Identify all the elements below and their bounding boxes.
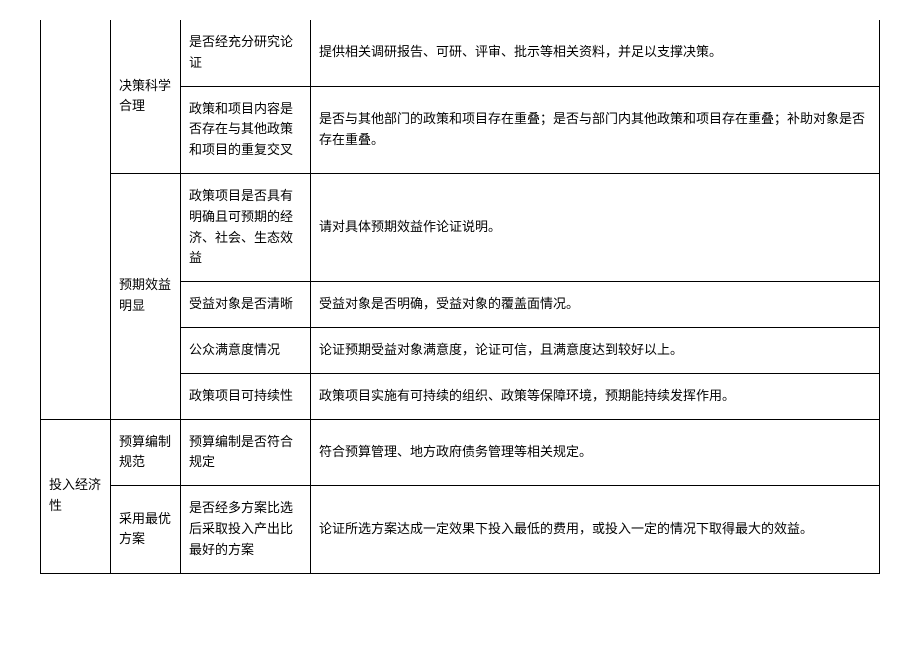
description-cell: 符合预算管理、地方政府债务管理等相关规定。 — [311, 419, 880, 486]
subcategory-cell: 决策科学合理 — [111, 20, 181, 173]
table-row: 投入经济性 预算编制规范 预算编制是否符合规定 符合预算管理、地方政府债务管理等… — [41, 419, 880, 486]
description-cell: 受益对象是否明确，受益对象的覆盖面情况。 — [311, 282, 880, 328]
description-cell: 请对具体预期效益作论证说明。 — [311, 173, 880, 281]
indicator-cell: 公众满意度情况 — [181, 327, 311, 373]
table-row: 决策科学合理 是否经充分研究论证 提供相关调研报告、可研、评审、批示等相关资料，… — [41, 20, 880, 86]
indicator-cell: 政策项目可持续性 — [181, 373, 311, 419]
indicator-cell: 是否经充分研究论证 — [181, 20, 311, 86]
description-cell: 论证预期受益对象满意度，论证可信，且满意度达到较好以上。 — [311, 327, 880, 373]
indicator-cell: 政策和项目内容是否存在与其他政策和项目的重复交叉 — [181, 86, 311, 173]
description-cell: 提供相关调研报告、可研、评审、批示等相关资料，并足以支撑决策。 — [311, 20, 880, 86]
indicator-cell: 政策项目是否具有明确且可预期的经济、社会、生态效益 — [181, 173, 311, 281]
table-row: 预期效益明显 政策项目是否具有明确且可预期的经济、社会、生态效益 请对具体预期效… — [41, 173, 880, 281]
description-cell: 论证所选方案达成一定效果下投入最低的费用，或投入一定的情况下取得最大的效益。 — [311, 486, 880, 573]
evaluation-table: 决策科学合理 是否经充分研究论证 提供相关调研报告、可研、评审、批示等相关资料，… — [40, 20, 880, 574]
indicator-cell: 是否经多方案比选后采取投入产出比最好的方案 — [181, 486, 311, 573]
subcategory-cell: 预算编制规范 — [111, 419, 181, 486]
subcategory-cell: 预期效益明显 — [111, 173, 181, 419]
description-cell: 政策项目实施有可持续的组织、政策等保障环境，预期能持续发挥作用。 — [311, 373, 880, 419]
indicator-cell: 预算编制是否符合规定 — [181, 419, 311, 486]
subcategory-cell: 采用最优方案 — [111, 486, 181, 573]
description-cell: 是否与其他部门的政策和项目存在重叠；是否与部门内其他政策和项目存在重叠；补助对象… — [311, 86, 880, 173]
indicator-cell: 受益对象是否清晰 — [181, 282, 311, 328]
table-row: 采用最优方案 是否经多方案比选后采取投入产出比最好的方案 论证所选方案达成一定效… — [41, 486, 880, 573]
category-cell: 投入经济性 — [41, 419, 111, 573]
category-cell — [41, 20, 111, 419]
